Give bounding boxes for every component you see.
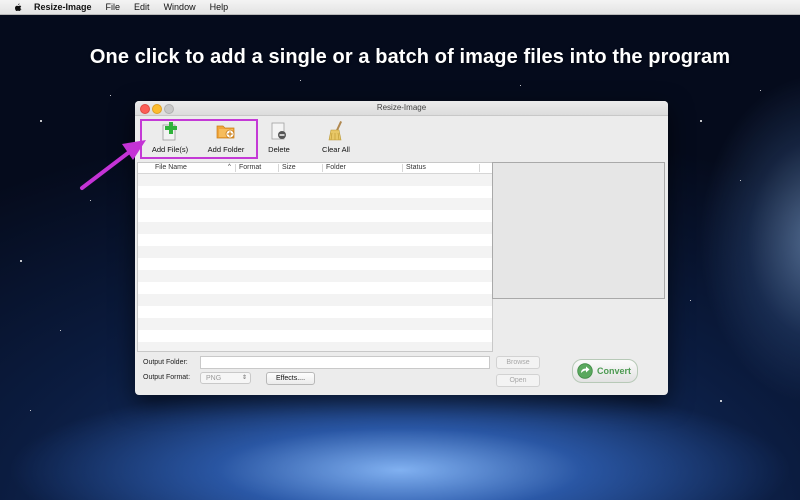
pointer-arrow-annotation	[80, 140, 146, 190]
